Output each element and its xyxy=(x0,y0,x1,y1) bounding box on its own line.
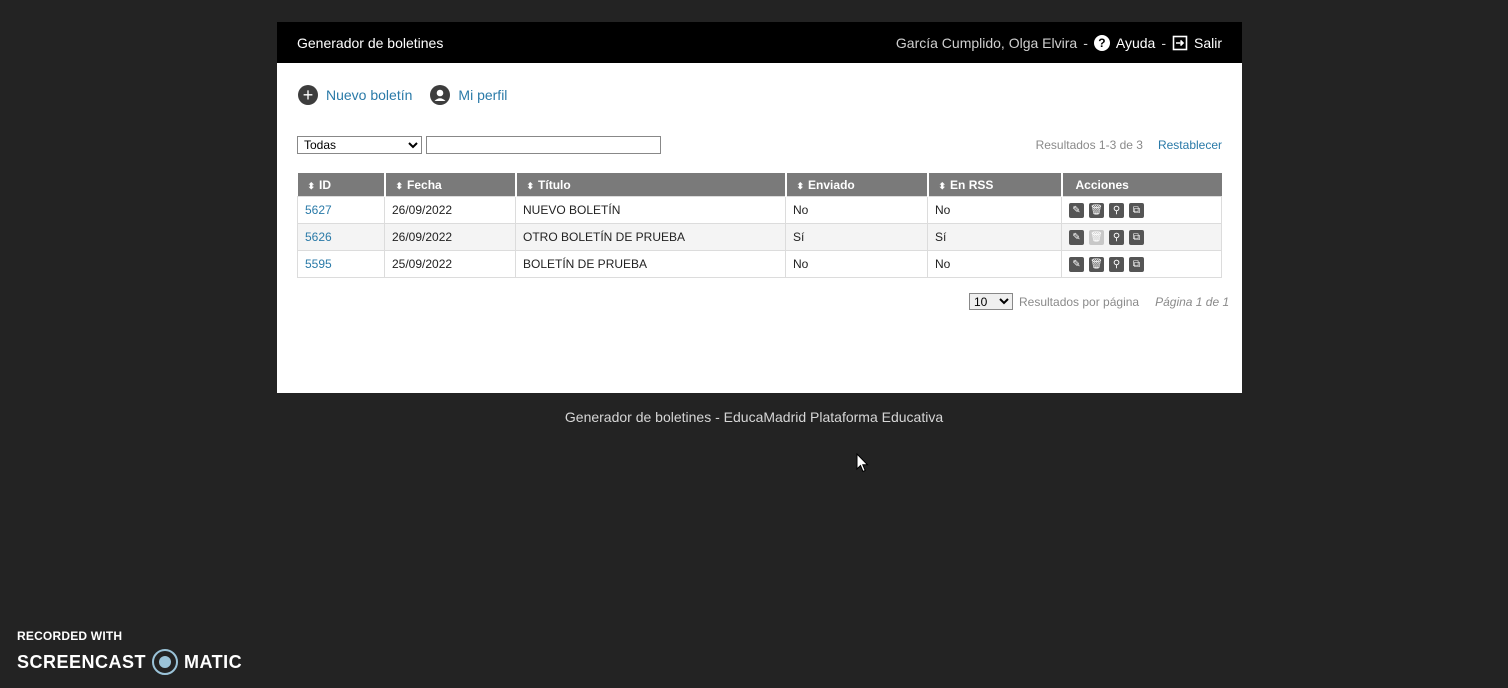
help-icon: ? xyxy=(1093,34,1110,51)
row-sent: No xyxy=(785,196,928,224)
table-row: 5627 26/09/2022 NUEVO BOLETÍN No No ✎ 🗑 ⚲ ⧉ xyxy=(297,196,1222,224)
row-date: 26/09/2022 xyxy=(384,223,516,251)
user-menu: García Cumplido, Olga Elvira - ? Ayuda -… xyxy=(895,34,1222,51)
help-link[interactable]: ? Ayuda xyxy=(1093,34,1156,51)
screencast-logo: SCREENCAST MATIC xyxy=(17,649,242,675)
sort-icon: ⬍ xyxy=(395,180,404,191)
new-bulletin-label: Nuevo boletín xyxy=(326,87,413,103)
bulletins-table: ⬍ ID ⬍ Fecha ⬍ Título ⬍ Enviado ⬍ En RSS Acci… xyxy=(297,173,1222,278)
per-page-label: Resultados por página xyxy=(1019,294,1140,309)
row-rss: No xyxy=(927,196,1062,224)
row-sent: Sí xyxy=(785,223,928,251)
per-page-select[interactable]: 10 xyxy=(969,293,1013,310)
pencil-icon[interactable]: ✎ xyxy=(1069,256,1084,272)
trash-icon: 🗑 xyxy=(1089,229,1104,245)
logout-link[interactable]: Salir xyxy=(1172,35,1222,51)
row-rss: No xyxy=(927,250,1062,278)
row-rss: Sí xyxy=(927,223,1062,251)
category-select[interactable]: Todas xyxy=(297,136,422,154)
row-date: 25/09/2022 xyxy=(384,250,516,278)
footer-text: Generador de boletines - EducaMadrid Pla… xyxy=(564,409,944,425)
brand-left: SCREENCAST xyxy=(17,651,147,672)
row-date: 26/09/2022 xyxy=(384,196,516,224)
table-row: 5626 26/09/2022 OTRO BOLETÍN DE PRUEBA S… xyxy=(297,223,1222,251)
pencil-icon[interactable]: ✎ xyxy=(1069,229,1084,245)
sort-icon: ⬍ xyxy=(307,180,316,191)
separator: - xyxy=(1083,34,1088,51)
user-name: García Cumplido, Olga Elvira xyxy=(895,34,1078,51)
magnifier-icon[interactable]: ⚲ xyxy=(1109,202,1124,218)
table-row: 5595 25/09/2022 BOLETÍN DE PRUEBA No No … xyxy=(297,250,1222,278)
row-actions: ✎ 🗑 ⚲ ⧉ xyxy=(1061,223,1222,251)
profile-label: Mi perfil xyxy=(458,87,508,103)
col-rss-header[interactable]: ⬍ En RSS xyxy=(927,173,1063,197)
search-input[interactable] xyxy=(426,136,661,154)
row-sent: No xyxy=(785,250,928,278)
results-count: Resultados 1-3 de 3 xyxy=(1035,138,1143,152)
sort-icon: ⬍ xyxy=(796,180,805,191)
new-bulletin-link[interactable]: + Nuevo boletín xyxy=(298,85,412,105)
row-title: BOLETÍN DE PRUEBA xyxy=(515,250,786,278)
col-sent-header[interactable]: ⬍ Enviado xyxy=(785,173,929,197)
row-title: NUEVO BOLETÍN xyxy=(515,196,786,224)
col-title-header[interactable]: ⬍ Título xyxy=(515,173,787,197)
reset-link[interactable]: Restablecer xyxy=(1158,138,1222,152)
toolbar: + Nuevo boletín Mi perfil xyxy=(298,85,507,105)
brand-right: MATIC xyxy=(184,651,243,672)
row-id-link[interactable]: 5627 xyxy=(297,196,385,224)
logout-label: Salir xyxy=(1193,34,1222,51)
logout-icon xyxy=(1172,35,1188,50)
plus-circle-icon: + xyxy=(298,85,318,105)
copy-icon[interactable]: ⧉ xyxy=(1129,256,1144,272)
row-title: OTRO BOLETÍN DE PRUEBA xyxy=(515,223,786,251)
trash-icon[interactable]: 🗑 xyxy=(1089,256,1104,272)
row-actions: ✎ 🗑 ⚲ ⧉ xyxy=(1061,250,1222,278)
app-window: Generador de boletines García Cumplido, … xyxy=(277,22,1242,393)
record-icon xyxy=(152,649,179,675)
pencil-icon[interactable]: ✎ xyxy=(1069,202,1084,218)
top-bar: Generador de boletines García Cumplido, … xyxy=(277,22,1242,63)
row-id-link[interactable]: 5595 xyxy=(297,250,385,278)
user-circle-icon xyxy=(430,85,451,105)
mouse-cursor-icon xyxy=(856,453,869,473)
magnifier-icon[interactable]: ⚲ xyxy=(1109,256,1124,272)
filter-bar: Todas Resultados 1-3 de 3 Restablecer xyxy=(297,136,1222,154)
help-label: Ayuda xyxy=(1115,34,1156,51)
sort-icon: ⬍ xyxy=(526,180,535,191)
row-id-link[interactable]: 5626 xyxy=(297,223,385,251)
recorded-with-label: RECORDED WITH xyxy=(17,629,123,643)
profile-link[interactable]: Mi perfil xyxy=(430,85,507,105)
col-actions-header: Acciones xyxy=(1061,173,1222,197)
page-indicator: Página 1 de 1 xyxy=(1155,294,1230,309)
copy-icon[interactable]: ⧉ xyxy=(1129,202,1144,218)
pagination: 10 Resultados por página Página 1 de 1 xyxy=(969,293,1229,310)
row-actions: ✎ 🗑 ⚲ ⧉ xyxy=(1061,196,1222,224)
col-id-header[interactable]: ⬍ ID xyxy=(297,173,386,197)
trash-icon[interactable]: 🗑 xyxy=(1089,202,1104,218)
sort-icon: ⬍ xyxy=(938,180,947,191)
screencast-watermark: RECORDED WITH SCREENCAST MATIC xyxy=(17,629,242,675)
copy-icon[interactable]: ⧉ xyxy=(1129,229,1144,245)
col-date-header[interactable]: ⬍ Fecha xyxy=(384,173,517,197)
separator: - xyxy=(1161,34,1166,51)
magnifier-icon[interactable]: ⚲ xyxy=(1109,229,1124,245)
app-title: Generador de boletines xyxy=(297,34,444,51)
